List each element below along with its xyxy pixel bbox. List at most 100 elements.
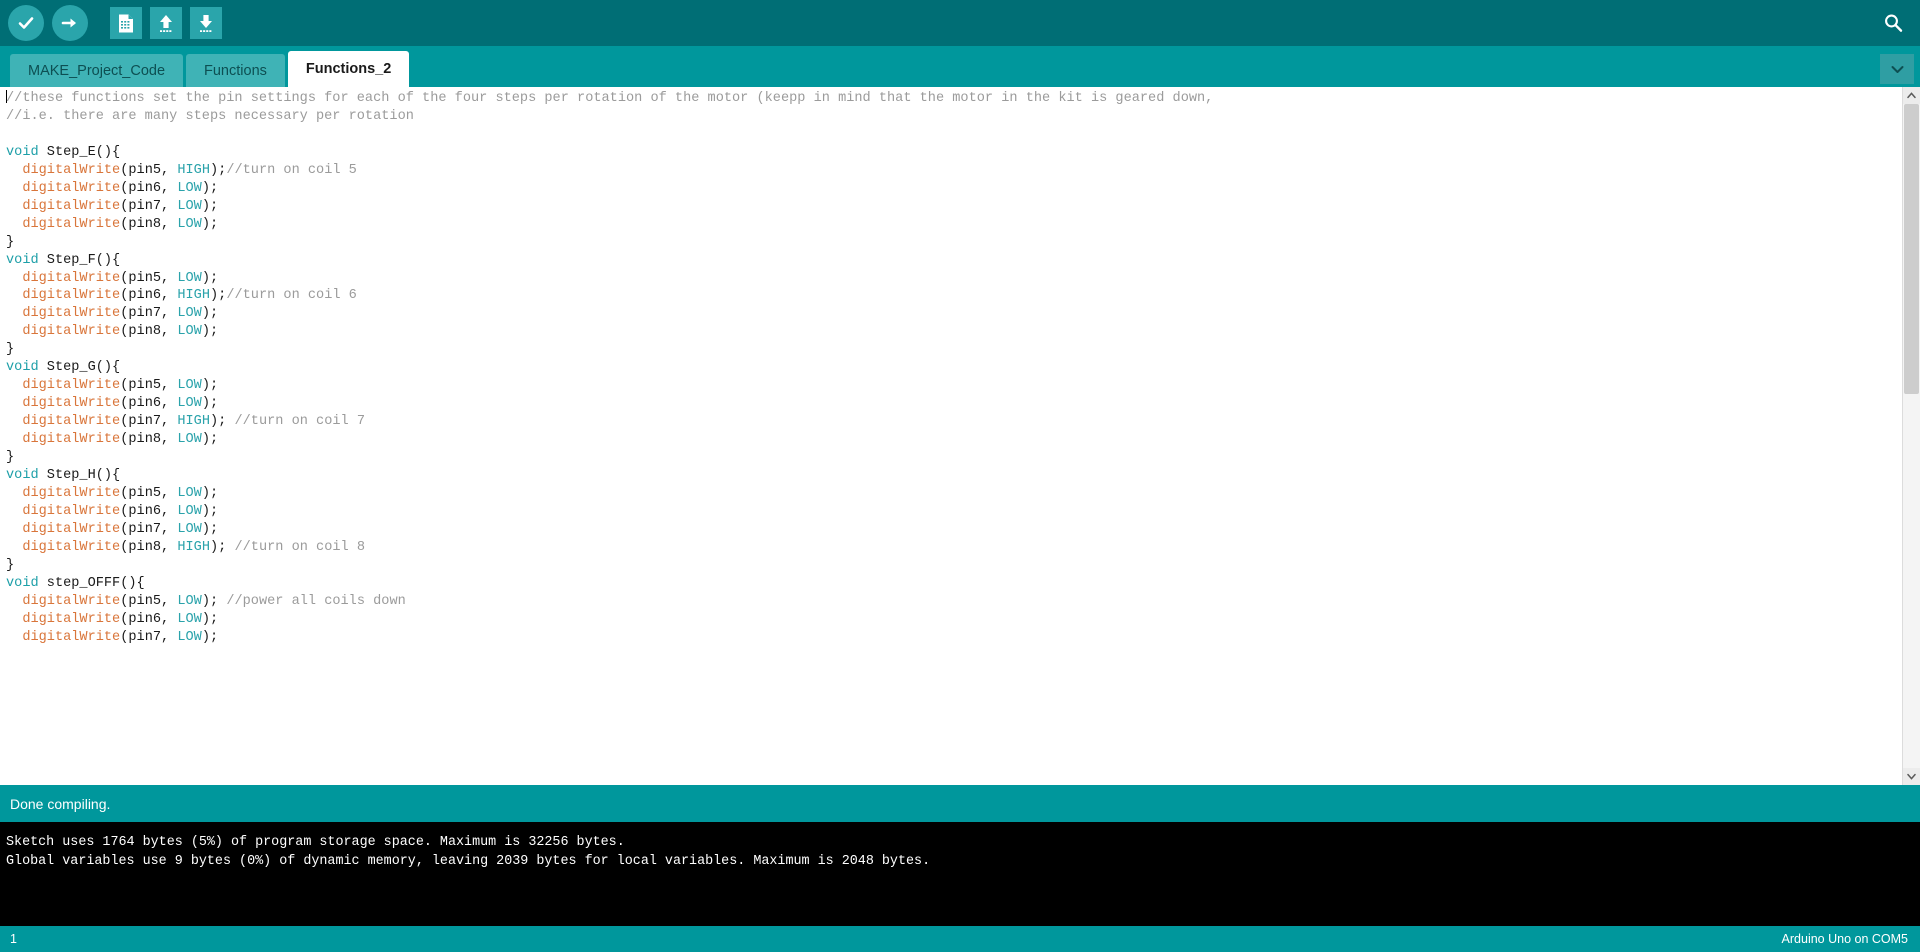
- code-line: digitalWrite(pin8, LOW);: [6, 216, 1902, 234]
- code-token: );: [201, 378, 219, 394]
- code-line: digitalWrite(pin6, LOW);: [6, 395, 1902, 413]
- console-line: Global variables use 9 bytes (0%) of dyn…: [6, 853, 931, 869]
- code-token: //power all coils down: [226, 593, 406, 609]
- code-token: LOW: [177, 521, 202, 537]
- scroll-down-button[interactable]: [1903, 768, 1920, 785]
- code-token: );: [201, 593, 227, 609]
- code-token: );: [201, 629, 219, 645]
- code-line: digitalWrite(pin6, LOW);: [6, 611, 1902, 629]
- scroll-up-button[interactable]: [1903, 87, 1920, 104]
- tab-make-project-code[interactable]: MAKE_Project_Code: [10, 54, 184, 87]
- code-token: (pin6,: [120, 611, 178, 627]
- code-token: (pin7,: [120, 629, 178, 645]
- code-line: void Step_H(){: [6, 467, 1902, 485]
- scroll-thumb[interactable]: [1904, 104, 1919, 394]
- arrow-down-icon: [200, 14, 212, 32]
- code-line: }: [6, 234, 1902, 252]
- code-line: void step_OFFF(){: [6, 575, 1902, 593]
- scroll-track[interactable]: [1903, 104, 1920, 768]
- code-token: void: [6, 575, 39, 591]
- editor-scrollbar[interactable]: [1902, 87, 1920, 785]
- code-token: digitalWrite: [22, 521, 121, 537]
- code-token: (pin6,: [120, 396, 178, 412]
- code-token: LOW: [177, 593, 202, 609]
- code-token: void: [6, 468, 39, 484]
- code-token: LOW: [177, 396, 202, 412]
- code-token: void: [6, 252, 39, 268]
- code-token: //i.e. there are many steps necessary pe…: [6, 108, 414, 124]
- code-token: Step_F(){: [38, 252, 121, 268]
- code-line: void Step_E(){: [6, 144, 1902, 162]
- code-token: (pin5,: [120, 593, 178, 609]
- code-token: }: [6, 234, 15, 250]
- code-token: }: [6, 342, 15, 358]
- upload-button[interactable]: [52, 5, 88, 41]
- code-token: //turn on coil 8: [234, 539, 365, 555]
- chevron-up-icon: [1907, 92, 1916, 99]
- code-line: }: [6, 341, 1902, 359]
- code-line: }: [6, 449, 1902, 467]
- code-token: );: [201, 432, 219, 448]
- tab-functions[interactable]: Functions: [186, 54, 285, 87]
- code-line: digitalWrite(pin5, HIGH);//turn on coil …: [6, 162, 1902, 180]
- code-token: LOW: [177, 306, 202, 322]
- code-line: digitalWrite(pin8, LOW);: [6, 431, 1902, 449]
- code-token: LOW: [177, 270, 202, 286]
- code-token: LOW: [177, 180, 202, 196]
- code-editor[interactable]: //these functions set the pin settings f…: [0, 87, 1902, 785]
- code-token: );: [201, 503, 219, 519]
- code-token: (pin5,: [120, 485, 178, 501]
- arrow-right-icon: [61, 18, 76, 28]
- code-token: digitalWrite: [22, 414, 121, 430]
- serial-monitor-button[interactable]: [1876, 6, 1910, 40]
- console-line: Sketch uses 1764 bytes (5%) of program s…: [6, 835, 625, 850]
- tab-menu-button[interactable]: [1880, 54, 1914, 84]
- code-line: digitalWrite(pin5, LOW);: [6, 377, 1902, 395]
- code-token: (pin7,: [120, 306, 178, 322]
- code-line: digitalWrite(pin8, HIGH); //turn on coil…: [6, 539, 1902, 557]
- code-token: }: [6, 557, 15, 573]
- open-button[interactable]: [150, 7, 182, 39]
- code-token: void: [6, 360, 39, 376]
- code-token: (pin5,: [120, 162, 178, 178]
- code-token: HIGH: [177, 288, 210, 304]
- console-output[interactable]: Sketch uses 1764 bytes (5%) of program s…: [0, 822, 1920, 926]
- code-token: Step_G(){: [38, 360, 121, 376]
- chevron-down-icon: [1907, 773, 1916, 780]
- code-token: digitalWrite: [22, 503, 121, 519]
- code-line: }: [6, 557, 1902, 575]
- code-token: (pin8,: [120, 324, 178, 340]
- new-button[interactable]: [110, 7, 142, 39]
- code-token: );: [209, 162, 227, 178]
- tab-functions-2[interactable]: Functions_2: [287, 51, 410, 87]
- code-token: (pin8,: [120, 432, 178, 448]
- code-token: digitalWrite: [22, 611, 121, 627]
- code-token: (pin8,: [120, 539, 178, 555]
- code-token: );: [201, 270, 219, 286]
- code-line: digitalWrite(pin5, LOW);: [6, 485, 1902, 503]
- code-token: );: [209, 288, 227, 304]
- code-token: (pin8,: [120, 216, 178, 232]
- code-token: LOW: [177, 432, 202, 448]
- code-token: digitalWrite: [22, 216, 121, 232]
- code-line: digitalWrite(pin8, LOW);: [6, 323, 1902, 341]
- code-token: HIGH: [177, 414, 210, 430]
- code-line: //these functions set the pin settings f…: [6, 90, 1902, 108]
- code-line: digitalWrite(pin7, LOW);: [6, 198, 1902, 216]
- code-line: digitalWrite(pin7, LOW);: [6, 521, 1902, 539]
- new-file-icon: [119, 14, 133, 32]
- code-token: digitalWrite: [22, 306, 121, 322]
- code-token: );: [209, 539, 235, 555]
- code-line: digitalWrite(pin7, HIGH); //turn on coil…: [6, 413, 1902, 431]
- verify-button[interactable]: [8, 5, 44, 41]
- code-token: (pin5,: [120, 270, 178, 286]
- save-button[interactable]: [190, 7, 222, 39]
- code-token: );: [201, 306, 219, 322]
- code-token: digitalWrite: [22, 396, 121, 412]
